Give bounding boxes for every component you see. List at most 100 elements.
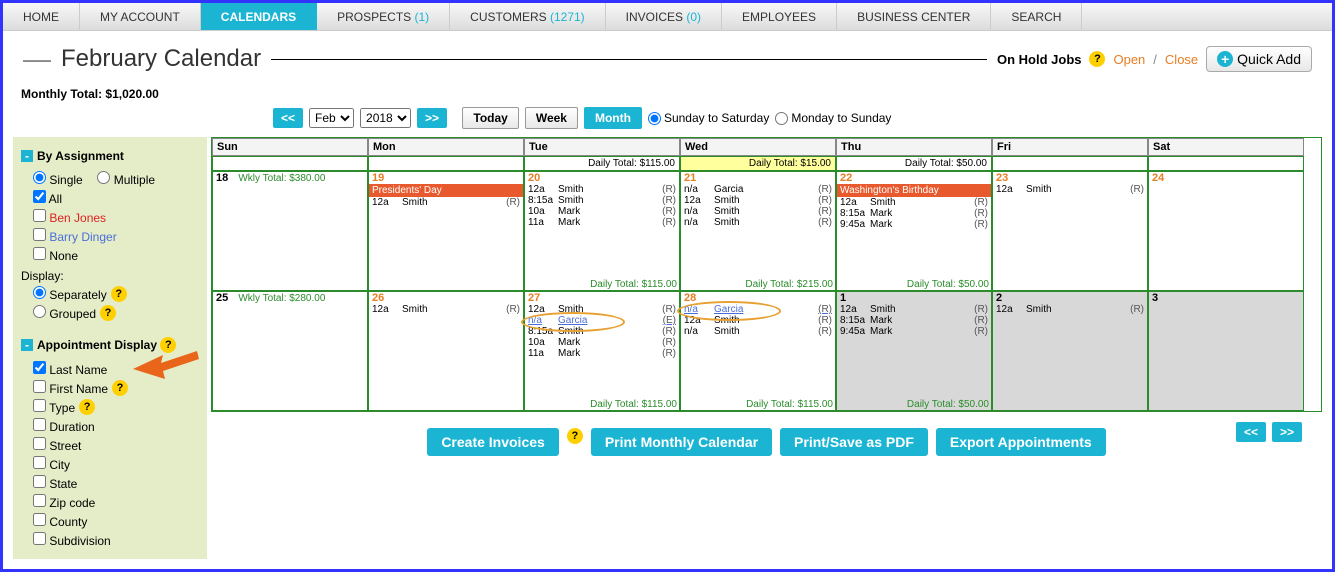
barry-dinger-checkbox[interactable]: Barry Dinger bbox=[33, 228, 117, 244]
calendar-header-row: SunMonTueWedThuFriSat bbox=[212, 138, 1321, 156]
today-button[interactable]: Today bbox=[462, 107, 518, 129]
help-icon[interactable]: ? bbox=[100, 305, 116, 321]
quick-add-button[interactable]: +Quick Add bbox=[1206, 46, 1312, 72]
appointment[interactable]: 12aSmith(R) bbox=[525, 304, 679, 315]
collapse-icon[interactable]: - bbox=[21, 150, 33, 162]
appointment[interactable]: n/aSmith(R) bbox=[681, 206, 835, 217]
all-checkbox[interactable]: All bbox=[33, 190, 62, 206]
appointment[interactable]: 8:15aMark(R) bbox=[837, 208, 991, 219]
none-checkbox[interactable]: None bbox=[33, 247, 78, 263]
week-view-button[interactable]: Week bbox=[525, 107, 578, 129]
open-link[interactable]: Open bbox=[1113, 52, 1145, 67]
help-icon[interactable]: ? bbox=[111, 286, 127, 302]
appt-opt-checkbox[interactable]: Last Name bbox=[33, 361, 107, 377]
prev-month-button[interactable]: << bbox=[273, 108, 303, 128]
calendar-day[interactable]: 21n/aGarcia(R)12aSmith(R)n/aSmith(R)n/aS… bbox=[680, 171, 836, 291]
prev-page-button[interactable]: << bbox=[1236, 422, 1266, 442]
appointment[interactable]: 12aSmith(R) bbox=[837, 197, 991, 208]
appointment[interactable]: 9:45aMark(R) bbox=[837, 219, 991, 230]
appointment[interactable]: 12aSmith(R) bbox=[525, 184, 679, 195]
appt-opt-checkbox[interactable]: Duration bbox=[33, 418, 95, 434]
calendar-day[interactable]: 3 bbox=[1148, 291, 1304, 411]
appointment[interactable]: 9:45aMark(R) bbox=[837, 326, 991, 337]
appointment[interactable]: 12aSmith(R) bbox=[369, 197, 523, 208]
daily-total: Daily Total: $115.00 bbox=[746, 399, 833, 410]
calendar-day[interactable]: 2312aSmith(R) bbox=[992, 171, 1148, 291]
nav-calendars[interactable]: CALENDARS bbox=[201, 3, 317, 30]
appt-opt-checkbox[interactable]: County bbox=[33, 513, 87, 529]
appt-opt-checkbox[interactable]: First Name bbox=[33, 380, 108, 396]
appt-opt-checkbox[interactable]: Type bbox=[33, 399, 75, 415]
appt-opt-checkbox[interactable]: Subdivision bbox=[33, 532, 111, 548]
help-icon[interactable]: ? bbox=[567, 428, 583, 444]
nav-employees[interactable]: EMPLOYEES bbox=[722, 3, 837, 30]
ben-jones-checkbox[interactable]: Ben Jones bbox=[33, 209, 106, 225]
calendar-day[interactable]: 18 Wkly Total: $380.00 bbox=[212, 171, 368, 291]
appointment[interactable]: n/aGarcia(R) bbox=[681, 304, 835, 315]
calendar-day[interactable]: 28n/aGarcia(R)12aSmith(R)n/aSmith(R)Dail… bbox=[680, 291, 836, 411]
month-view-button[interactable]: Month bbox=[584, 107, 642, 129]
appointment[interactable]: 8:15aMark(R) bbox=[837, 315, 991, 326]
nav-business-center[interactable]: BUSINESS CENTER bbox=[837, 3, 991, 30]
appointment[interactable]: 12aSmith(R) bbox=[681, 195, 835, 206]
single-radio[interactable]: Single bbox=[33, 171, 83, 187]
help-icon[interactable]: ? bbox=[79, 399, 95, 415]
appointment[interactable]: 12aSmith(R) bbox=[681, 315, 835, 326]
multiple-radio[interactable]: Multiple bbox=[97, 171, 155, 187]
create-invoices-button[interactable]: Create Invoices bbox=[427, 428, 559, 456]
nav-prospects[interactable]: PROSPECTS (1) bbox=[317, 3, 450, 30]
calendar-day[interactable]: 2612aSmith(R) bbox=[368, 291, 524, 411]
appointment[interactable]: n/aGarcia(R) bbox=[681, 184, 835, 195]
calendar-day[interactable]: 24 bbox=[1148, 171, 1304, 291]
year-select[interactable]: 2018 bbox=[360, 108, 411, 128]
export-appointments-button[interactable]: Export Appointments bbox=[936, 428, 1106, 456]
appointment[interactable]: n/aSmith(R) bbox=[681, 217, 835, 228]
month-select[interactable]: Feb bbox=[309, 108, 354, 128]
next-page-button[interactable]: >> bbox=[1272, 422, 1302, 442]
appointment[interactable]: 12aSmith(R) bbox=[837, 304, 991, 315]
separately-radio[interactable]: Separately bbox=[33, 286, 107, 302]
help-icon[interactable]: ? bbox=[1089, 51, 1105, 67]
appointment[interactable]: 12aSmith(R) bbox=[369, 304, 523, 315]
calendar-day[interactable]: 2012aSmith(R)8:15aSmith(R)10aMark(R)11aM… bbox=[524, 171, 680, 291]
nav-invoices[interactable]: INVOICES (0) bbox=[606, 3, 722, 30]
calendar-day[interactable]: 22Washington's Birthday12aSmith(R)8:15aM… bbox=[836, 171, 992, 291]
calendar-day[interactable]: 2712aSmith(R)n/aGarcia(E)8:15aSmith(R)10… bbox=[524, 291, 680, 411]
weekstart-mon-radio[interactable]: Monday to Sunday bbox=[775, 111, 891, 125]
appt-opt-checkbox[interactable]: Zip code bbox=[33, 494, 95, 510]
appt-opt-checkbox[interactable]: Street bbox=[33, 437, 81, 453]
help-icon[interactable]: ? bbox=[160, 337, 176, 353]
calendar-main: SunMonTueWedThuFriSat Daily Total: $115.… bbox=[211, 137, 1322, 559]
appointment[interactable]: n/aGarcia(E) bbox=[525, 315, 679, 326]
appointment[interactable]: 10aMark(R) bbox=[525, 337, 679, 348]
grouped-radio[interactable]: Grouped bbox=[33, 305, 96, 321]
close-link[interactable]: Close bbox=[1165, 52, 1198, 67]
collapse-icon[interactable]: - bbox=[21, 339, 33, 351]
appointment[interactable]: 8:15aSmith(R) bbox=[525, 326, 679, 337]
calendar-day[interactable]: 212aSmith(R) bbox=[992, 291, 1148, 411]
next-month-button[interactable]: >> bbox=[417, 108, 447, 128]
appt-opt-checkbox[interactable]: State bbox=[33, 475, 77, 491]
print-pdf-button[interactable]: Print/Save as PDF bbox=[780, 428, 928, 456]
nav-home[interactable]: HOME bbox=[3, 3, 80, 30]
appointment[interactable]: 10aMark(R) bbox=[525, 206, 679, 217]
day-number: 19 bbox=[369, 171, 387, 185]
appointment[interactable]: 11aMark(R) bbox=[525, 217, 679, 228]
appointment[interactable]: 11aMark(R) bbox=[525, 348, 679, 359]
nav-my-account[interactable]: MY ACCOUNT bbox=[80, 3, 201, 30]
print-monthly-button[interactable]: Print Monthly Calendar bbox=[591, 428, 772, 456]
calendar-day[interactable]: 25 Wkly Total: $280.00 bbox=[212, 291, 368, 411]
daily-total: Daily Total: $50.00 bbox=[907, 279, 989, 290]
appointment[interactable]: 12aSmith(R) bbox=[993, 184, 1147, 195]
day-number: 27 bbox=[525, 291, 543, 305]
appointment[interactable]: n/aSmith(R) bbox=[681, 326, 835, 337]
nav-search[interactable]: SEARCH bbox=[991, 3, 1082, 30]
calendar-day[interactable]: 19Presidents' Day12aSmith(R) bbox=[368, 171, 524, 291]
appt-opt-checkbox[interactable]: City bbox=[33, 456, 70, 472]
weekstart-sun-radio[interactable]: Sunday to Saturday bbox=[648, 111, 769, 125]
calendar-day[interactable]: 112aSmith(R)8:15aMark(R)9:45aMark(R)Dail… bbox=[836, 291, 992, 411]
help-icon[interactable]: ? bbox=[112, 380, 128, 396]
appointment[interactable]: 12aSmith(R) bbox=[993, 304, 1147, 315]
appointment[interactable]: 8:15aSmith(R) bbox=[525, 195, 679, 206]
nav-customers[interactable]: CUSTOMERS (1271) bbox=[450, 3, 605, 30]
